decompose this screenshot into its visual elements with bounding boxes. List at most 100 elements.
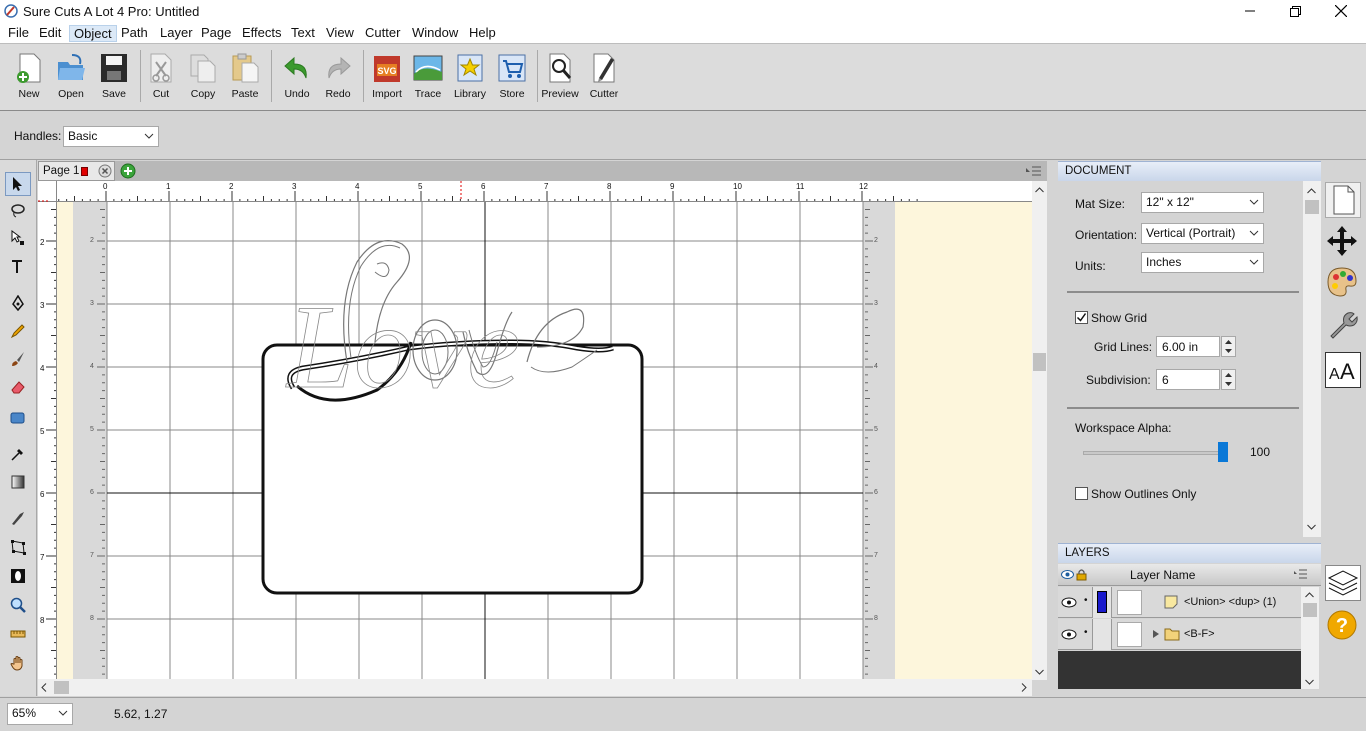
undo-button[interactable]: Undo bbox=[276, 50, 318, 108]
close-button[interactable] bbox=[1318, 0, 1364, 23]
menu-file[interactable]: File bbox=[4, 25, 33, 42]
menu-effects[interactable]: Effects bbox=[238, 25, 286, 42]
scroll-down-icon[interactable] bbox=[1307, 524, 1316, 530]
cut-icon bbox=[150, 53, 172, 83]
contour-tool[interactable] bbox=[5, 565, 31, 589]
menu-path[interactable]: Path bbox=[117, 25, 152, 42]
scroll-right-icon[interactable] bbox=[1021, 683, 1027, 692]
layer-row[interactable]: • <B-F> bbox=[1058, 619, 1301, 650]
maximize-button[interactable] bbox=[1272, 0, 1318, 23]
save-button[interactable]: Save bbox=[93, 50, 135, 108]
pencil-tool[interactable] bbox=[5, 320, 31, 344]
transform-tool[interactable] bbox=[5, 536, 31, 560]
zoom-tool[interactable] bbox=[5, 594, 31, 618]
layers-menu-icon[interactable] bbox=[1294, 569, 1308, 579]
library-button[interactable]: Library bbox=[449, 50, 491, 108]
text-panel-button[interactable]: AA bbox=[1325, 352, 1361, 388]
import-button[interactable]: SVG Import bbox=[366, 50, 408, 108]
select-tool[interactable] bbox=[5, 172, 31, 196]
redo-button[interactable]: Redo bbox=[317, 50, 359, 108]
node-edit-tool[interactable] bbox=[5, 227, 31, 251]
canvas-horizontal-scrollbar[interactable] bbox=[38, 679, 1032, 696]
layers-stack-icon bbox=[1327, 570, 1359, 596]
grid-lines-stepper[interactable] bbox=[1221, 336, 1236, 357]
add-page-icon[interactable] bbox=[120, 163, 136, 179]
pan-tool[interactable] bbox=[5, 652, 31, 676]
subdivision-input[interactable]: 6 bbox=[1156, 369, 1220, 390]
menu-view[interactable]: View bbox=[322, 25, 358, 42]
tab-menu-icon[interactable] bbox=[1026, 165, 1042, 177]
minimize-button[interactable] bbox=[1227, 0, 1273, 23]
grid-lines-input[interactable]: 6.00 in bbox=[1156, 336, 1220, 357]
scroll-up-icon[interactable] bbox=[1035, 187, 1044, 193]
pen-tool[interactable] bbox=[5, 292, 31, 316]
knife-tool[interactable] bbox=[5, 507, 31, 531]
new-button[interactable]: New bbox=[8, 50, 50, 108]
expand-triangle-icon[interactable] bbox=[1152, 629, 1160, 639]
canvas-vertical-scrollbar[interactable] bbox=[1032, 181, 1047, 680]
units-select[interactable]: Inches bbox=[1141, 252, 1264, 273]
menu-edit[interactable]: Edit bbox=[35, 25, 65, 42]
zoom-select[interactable]: 65% bbox=[7, 703, 73, 725]
document-panel-button[interactable] bbox=[1325, 182, 1361, 218]
scroll-down-icon[interactable] bbox=[1305, 679, 1314, 685]
copy-button[interactable]: Copy bbox=[182, 50, 224, 108]
workspace-alpha-slider[interactable] bbox=[1083, 451, 1228, 455]
scroll-left-icon[interactable] bbox=[41, 683, 47, 692]
color-panel-button[interactable] bbox=[1325, 265, 1361, 301]
eye-icon[interactable] bbox=[1061, 597, 1077, 608]
open-button[interactable]: Open bbox=[50, 50, 92, 108]
horizontal-scroll-thumb[interactable] bbox=[54, 681, 69, 694]
layers-panel-button[interactable] bbox=[1325, 565, 1361, 601]
tab-page-1[interactable]: Page 1 bbox=[38, 161, 115, 181]
design-artwork[interactable]: Love bbox=[57, 202, 1032, 679]
eraser-tool[interactable] bbox=[5, 376, 31, 400]
menu-window[interactable]: Window bbox=[408, 25, 462, 42]
menu-page[interactable]: Page bbox=[197, 25, 235, 42]
lasso-tool[interactable] bbox=[5, 200, 31, 224]
svg-text:A: A bbox=[1340, 359, 1355, 384]
ruler-label: 1 bbox=[166, 182, 171, 191]
show-outlines-checkbox[interactable] bbox=[1075, 487, 1088, 500]
help-button[interactable]: ? bbox=[1325, 608, 1361, 644]
eye-icon[interactable] bbox=[1061, 629, 1077, 640]
menu-text[interactable]: Text bbox=[287, 25, 319, 42]
layers-scrollbar[interactable] bbox=[1301, 587, 1319, 689]
scroll-up-icon[interactable] bbox=[1305, 592, 1314, 598]
scroll-up-icon[interactable] bbox=[1307, 188, 1316, 194]
cut-button[interactable]: Cut bbox=[140, 50, 182, 108]
menu-help[interactable]: Help bbox=[465, 25, 500, 42]
shape-object-icon bbox=[1164, 595, 1178, 609]
subdivision-stepper[interactable] bbox=[1221, 369, 1236, 390]
close-tab-icon[interactable] bbox=[98, 164, 112, 178]
cutter-button[interactable]: Cutter bbox=[583, 50, 625, 108]
layers-column-header: Layer Name bbox=[1058, 564, 1321, 586]
transform-panel-button[interactable] bbox=[1325, 224, 1361, 260]
store-cart-icon bbox=[498, 54, 526, 82]
handles-select[interactable]: Basic bbox=[63, 126, 159, 147]
gradient-tool[interactable] bbox=[5, 471, 31, 495]
text-tool[interactable] bbox=[5, 256, 31, 280]
show-grid-checkbox[interactable] bbox=[1075, 311, 1088, 324]
preview-button[interactable]: Preview bbox=[539, 50, 581, 108]
mat-size-select[interactable]: 12" x 12" bbox=[1141, 192, 1264, 213]
eyedropper-tool[interactable] bbox=[5, 443, 31, 467]
measure-tool[interactable] bbox=[5, 623, 31, 647]
design-canvas[interactable]: 22334455667788 Love bbox=[57, 202, 1032, 679]
menu-object[interactable]: Object bbox=[69, 25, 117, 42]
menu-layer[interactable]: Layer bbox=[156, 25, 197, 42]
paste-button[interactable]: Paste bbox=[224, 50, 266, 108]
layer-row[interactable]: • <Union> <dup> (1) bbox=[1058, 587, 1301, 618]
tools-panel-button[interactable] bbox=[1325, 308, 1361, 344]
vertical-scroll-thumb[interactable] bbox=[1033, 353, 1046, 371]
layer-color-swatch[interactable] bbox=[1097, 591, 1107, 613]
trace-button[interactable]: Trace bbox=[407, 50, 449, 108]
document-panel-scrollbar[interactable] bbox=[1303, 181, 1321, 537]
scroll-down-icon[interactable] bbox=[1035, 669, 1044, 675]
brush-tool[interactable] bbox=[5, 348, 31, 372]
orientation-select[interactable]: Vertical (Portrait) bbox=[1141, 223, 1264, 244]
store-button[interactable]: Store bbox=[491, 50, 533, 108]
menu-cutter[interactable]: Cutter bbox=[361, 25, 404, 42]
workspace-alpha-thumb[interactable] bbox=[1218, 442, 1228, 462]
shape-tool[interactable] bbox=[5, 407, 31, 431]
